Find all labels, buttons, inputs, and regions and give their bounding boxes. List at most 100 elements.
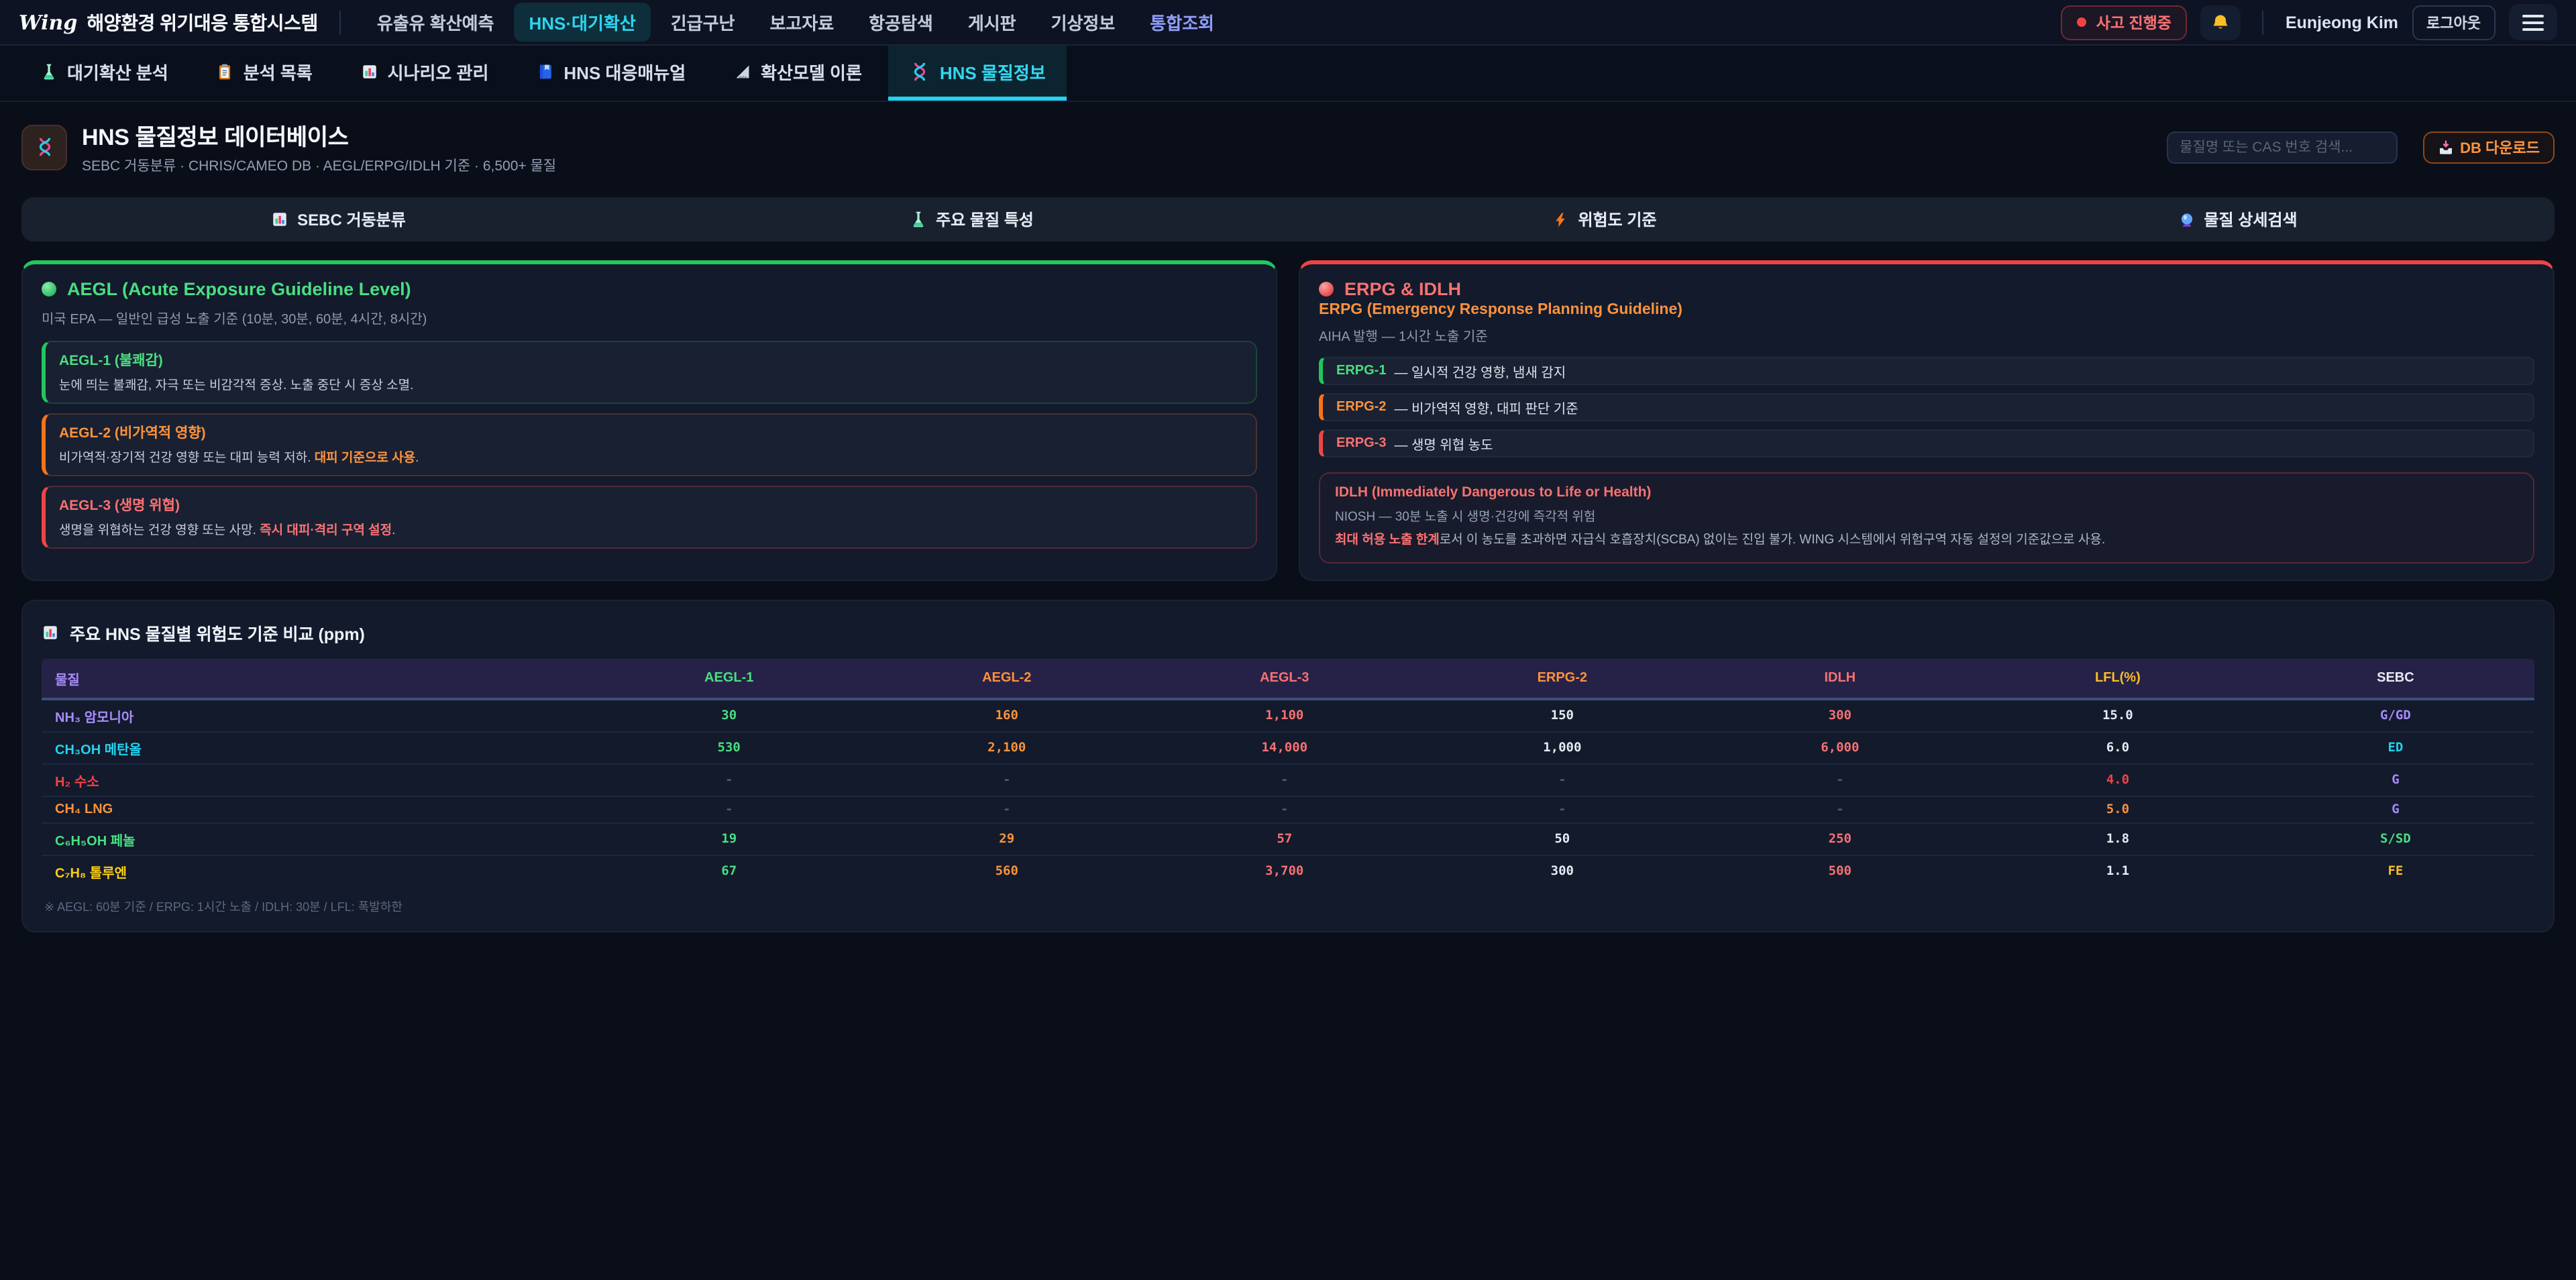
top-navigation-bar: Wing 해양환경 위기대응 통합시스템 유출유 확산예측HNS·대기확산긴급구… (0, 0, 2576, 46)
substance-value: 67 (590, 855, 868, 887)
substance-value: 30 (590, 699, 868, 732)
substance-name: C₇H₈ 톨루엔 (42, 855, 590, 887)
erpg-section-subtitle: AIHA 발행 — 1시간 노출 기준 (1319, 325, 2534, 345)
substance-value: 50 (1424, 823, 1701, 855)
red-dot-icon (1319, 282, 1334, 297)
divider (2263, 10, 2264, 34)
main-menu-item[interactable]: 통합조회 (1135, 3, 1229, 42)
subnav-tab[interactable]: HNS 대응매뉴얼 (515, 46, 707, 101)
content-tab[interactable]: 위험도 기준 (1288, 197, 1921, 242)
aegl-level-desc: 눈에 띄는 불쾌감, 자극 또는 비감각적 증상. 노출 중단 시 증상 소멸. (59, 374, 1242, 393)
bar-chart-icon (361, 62, 378, 80)
substance-value: 29 (868, 823, 1146, 855)
substance-value: - (590, 796, 868, 823)
main-menu-item[interactable]: 항공탐색 (854, 3, 948, 42)
substance-value: 300 (1424, 855, 1701, 887)
substance-value: - (1701, 796, 1979, 823)
idlh-box: IDLH (Immediately Dangerous to Life or H… (1319, 472, 2534, 564)
erpg-level-label: ERPG-1 (1336, 364, 1386, 378)
table-column-header: 물질 (42, 659, 590, 699)
subnav-tab[interactable]: 분석 목록 (195, 46, 334, 101)
substance-value: 6,000 (1701, 732, 1979, 764)
erpg-section-title: ERPG (Emergency Response Planning Guidel… (1319, 302, 2534, 318)
substance-value: 150 (1424, 699, 1701, 732)
aegl-panel-subtitle: 미국 EPA — 일반인 급성 노출 기준 (10분, 30분, 60분, 4시… (42, 307, 1257, 327)
dna-icon (910, 61, 930, 81)
logout-button[interactable]: 로그아웃 (2412, 5, 2496, 40)
substance-value: - (1146, 796, 1424, 823)
divider (339, 10, 341, 34)
green-dot-icon (42, 282, 56, 297)
subnav-tab[interactable]: 시나리오 관리 (339, 46, 511, 101)
substance-value: FE (2257, 855, 2534, 887)
content-tab[interactable]: SEBC 거동분류 (21, 197, 655, 242)
page-header: HNS 물질정보 데이터베이스 SEBC 거동분류 · CHRIS/CAMEO … (0, 102, 2576, 186)
substance-value: 14,000 (1146, 732, 1424, 764)
subnav-tab[interactable]: 확산모델 이론 (712, 46, 883, 101)
module-tab-bar: 대기확산 분석분석 목록시나리오 관리HNS 대응매뉴얼확산모델 이론HNS 물… (0, 46, 2576, 102)
comparison-table-title: 주요 HNS 물질별 위험도 기준 비교 (ppm) (42, 620, 2534, 645)
main-menu: 유출유 확산예측HNS·대기확산긴급구난보고자료항공탐색게시판기상정보통합조회 (362, 3, 1229, 42)
substance-name: C₆H₅OH 페놀 (42, 823, 590, 855)
orb-icon (2178, 211, 2194, 227)
hazard-comparison-card: 주요 HNS 물질별 위험도 기준 비교 (ppm) 물질AEGL-1AEGL-… (21, 600, 2555, 932)
substance-value: - (1701, 764, 1979, 796)
db-download-button[interactable]: DB 다운로드 (2422, 131, 2555, 163)
substance-name: NH₃ 암모니아 (42, 699, 590, 732)
hamburger-menu-button[interactable] (2509, 4, 2557, 40)
substance-search-input[interactable] (2166, 131, 2397, 163)
substance-value: - (868, 796, 1146, 823)
aegl-level-list: AEGL-1 (불쾌감)눈에 띄는 불쾌감, 자극 또는 비감각적 증상. 노출… (42, 341, 1257, 549)
substance-value: 560 (868, 855, 1146, 887)
main-menu-item[interactable]: 긴급구난 (656, 3, 750, 42)
substance-value: 1,000 (1424, 732, 1701, 764)
main-menu-item[interactable]: HNS·대기확산 (515, 3, 651, 42)
main-menu-item[interactable]: 게시판 (953, 3, 1031, 42)
idlh-description: 최대 허용 노출 한계로서 이 농도를 초과하면 자급식 호흡장치(SCBA) … (1335, 531, 2518, 550)
erpg-level-row: ERPG-3 — 생명 위협 농도 (1319, 429, 2534, 458)
content-tab[interactable]: 주요 물질 특성 (655, 197, 1288, 242)
clipboard-icon (217, 62, 234, 80)
erpg-level-label: ERPG-3 (1336, 436, 1386, 451)
erpg-level-desc: — 생명 위협 농도 (1394, 433, 1493, 454)
substance-name: CH₄ LNG (42, 796, 590, 823)
download-icon (2437, 139, 2453, 155)
incident-status-badge: 사고 진행중 (2061, 5, 2188, 40)
app-root: Wing 해양환경 위기대응 통합시스템 유출유 확산예측HNS·대기확산긴급구… (0, 0, 2576, 1280)
main-menu-item[interactable]: 유출유 확산예측 (362, 3, 509, 42)
substance-value: - (590, 764, 868, 796)
criteria-panels: AEGL (Acute Exposure Guideline Level) 미국… (21, 260, 2555, 581)
substance-value: 530 (590, 732, 868, 764)
subnav-tab[interactable]: 대기확산 분석 (19, 46, 190, 101)
substance-value: G (2257, 796, 2534, 823)
substance-value: - (868, 764, 1146, 796)
ruler-icon (734, 62, 751, 80)
substance-value: 1,100 (1146, 699, 1424, 732)
substance-name: H₂ 수소 (42, 764, 590, 796)
flask-icon (909, 211, 926, 228)
main-menu-item[interactable]: 기상정보 (1036, 3, 1130, 42)
substance-value: - (1424, 764, 1701, 796)
content-tab[interactable]: 물질 상세검색 (1921, 197, 2555, 242)
incident-label: 사고 진행중 (2096, 11, 2171, 33)
table-column-header: IDLH (1701, 659, 1979, 699)
aegl-level-item: AEGL-1 (불쾌감)눈에 띄는 불쾌감, 자극 또는 비감각적 증상. 노출… (42, 341, 1257, 404)
substance-value: 500 (1701, 855, 1979, 887)
substance-value: 3,700 (1146, 855, 1424, 887)
main-menu-item[interactable]: 보고자료 (755, 3, 849, 42)
notifications-button[interactable] (2201, 5, 2241, 40)
substance-value: 160 (868, 699, 1146, 732)
erpg-idlh-panel: ERPG & IDLH ERPG (Emergency Response Pla… (1299, 260, 2555, 581)
substance-row: C₆H₅OH 페놀192957502501.8S/SD (42, 823, 2534, 855)
table-column-header: AEGL-2 (868, 659, 1146, 699)
table-footnote: ※ AEGL: 60분 기준 / ERPG: 1시간 노출 / IDLH: 30… (44, 898, 2534, 915)
table-header-row: 물질AEGL-1AEGL-2AEGL-3ERPG-2IDLHLFL(%)SEBC (42, 659, 2534, 699)
substance-value: 1.1 (1979, 855, 2257, 887)
substance-row: H₂ 수소-----4.0G (42, 764, 2534, 796)
aegl-panel: AEGL (Acute Exposure Guideline Level) 미국… (21, 260, 1277, 581)
page-title: HNS 물질정보 데이터베이스 (82, 118, 556, 152)
substance-row: CH₄ LNG-----5.0G (42, 796, 2534, 823)
substance-value: 1.8 (1979, 823, 2257, 855)
substance-value: 19 (590, 823, 868, 855)
subnav-tab[interactable]: HNS 물질정보 (889, 46, 1067, 101)
